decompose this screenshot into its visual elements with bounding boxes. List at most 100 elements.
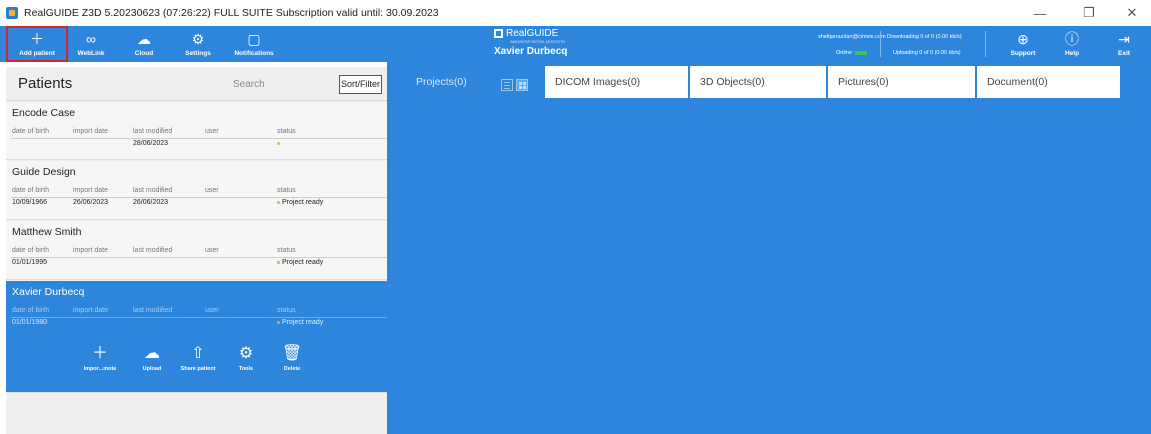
close-button[interactable]: ✕: [1113, 0, 1151, 26]
settings-label: Settings: [185, 49, 211, 57]
support-label: Support: [1010, 49, 1036, 57]
user-email: sheltjarrazdan@cimvie.com: [818, 34, 886, 40]
status-label: status: [277, 187, 296, 194]
delete-label: Delete: [283, 366, 301, 372]
plus-icon: ＋: [91, 345, 108, 362]
status-dot: [277, 200, 280, 204]
status-dot: [277, 320, 280, 324]
last-modified-label: last modified: [133, 128, 173, 135]
user-label: user: [205, 307, 219, 314]
dob-value: 01/01/1995: [12, 259, 48, 266]
gear-icon: ⚙: [191, 30, 205, 47]
online-indicator: [854, 50, 867, 55]
support-button[interactable]: ⊕ Support: [1004, 26, 1042, 62]
cloud-label: Cloud: [134, 49, 154, 57]
share-icon: ⇧: [191, 345, 205, 362]
patient-card[interactable]: Encode Case date of birth import date la…: [6, 102, 390, 160]
patient-card[interactable]: Matthew Smith date of birth import date …: [6, 221, 390, 280]
exit-icon: ⇥: [1118, 30, 1130, 47]
patient-card[interactable]: Guide Design date of birth import date l…: [6, 161, 390, 220]
trash-icon: 🗑: [281, 345, 303, 362]
tab-pictures[interactable]: Pictures(0): [828, 66, 975, 98]
brand-logo-icon: [494, 29, 503, 38]
upload-button[interactable]: ☁ Upload: [138, 345, 166, 372]
add-patient-button[interactable]: ＋ Add patient: [6, 26, 68, 62]
divider: [11, 138, 390, 139]
status-value: Project ready: [277, 259, 323, 266]
import-remote-label: Impor...mote: [83, 366, 117, 372]
uploading-status: Uploading 0 of 0 (0.00 kb/s): [893, 50, 961, 56]
notifications-button[interactable]: ▢ Notifications: [228, 26, 280, 62]
status-value: Project ready: [277, 319, 323, 326]
tab-3d-objects[interactable]: 3D Objects(0): [690, 66, 826, 98]
tab-dicom-images[interactable]: DICOM Images(0): [545, 66, 688, 98]
search-input[interactable]: Search: [221, 75, 331, 94]
toolbar-divider: [880, 31, 881, 57]
exit-button[interactable]: ⇥ Exit: [1110, 26, 1138, 62]
tab-document[interactable]: Document(0): [977, 66, 1120, 98]
divider: [11, 197, 390, 198]
minimize-button[interactable]: —: [1021, 0, 1059, 26]
online-status: Online: [836, 50, 867, 56]
main-content-area: Projects(0) DICOM Images(0) 3D Objects(0…: [387, 62, 1151, 434]
dob-label: date of birth: [12, 128, 49, 135]
patient-name: Encode Case: [12, 107, 76, 119]
cloud-icon: ☁: [144, 345, 160, 362]
settings-button[interactable]: ⚙ Settings: [178, 26, 218, 62]
weblink-label: WebLink: [77, 49, 105, 57]
user-label: user: [205, 128, 219, 135]
notification-icon: ▢: [247, 30, 261, 47]
status-dot: [277, 141, 280, 145]
cloud-button[interactable]: ☁ Cloud: [125, 26, 163, 62]
brand-tagline: INNOVATIVE DIGITAL DENTISTRY: [510, 40, 566, 44]
sort-filter-button[interactable]: Sort/Filter: [339, 75, 382, 94]
dob-value: 01/01/1980: [12, 319, 48, 326]
user-label: user: [205, 187, 219, 194]
add-patient-label: Add patient: [19, 49, 55, 57]
brand-block: RealGUIDE INNOVATIVE DIGITAL DENTISTRY X…: [494, 27, 584, 61]
dob-label: date of birth: [12, 187, 49, 194]
import-date-label: import date: [73, 187, 109, 194]
help-label: Help: [1064, 49, 1080, 57]
list-view-icon[interactable]: [501, 79, 513, 91]
plus-icon: ＋: [30, 30, 44, 47]
restore-button[interactable]: ❐: [1070, 0, 1108, 26]
help-button[interactable]: ⓘ Help: [1058, 26, 1086, 62]
dob-value: 10/09/1966: [12, 199, 48, 206]
delete-button[interactable]: 🗑 Delete: [278, 345, 306, 372]
status-label: status: [277, 307, 296, 314]
patient-name: Xavier Durbecq: [12, 286, 85, 298]
tools-button[interactable]: ⚙ Tools: [232, 345, 260, 372]
import-remote-button[interactable]: ＋ Impor...mote: [80, 345, 120, 372]
online-label: Online: [836, 50, 852, 56]
link-icon: ∞: [86, 30, 96, 47]
active-patient-name: Xavier Durbecq: [494, 46, 568, 57]
last-modified-label: last modified: [133, 247, 173, 254]
divider: [11, 257, 390, 258]
exit-label: Exit: [1118, 49, 1130, 57]
patients-panel-header: Patients Search Sort/Filter: [6, 67, 387, 101]
patient-name: Guide Design: [12, 166, 76, 178]
user-label: user: [205, 247, 219, 254]
patient-card-selected[interactable]: Xavier Durbecq date of birth import date…: [6, 281, 390, 393]
panel-title: Patients: [18, 75, 73, 92]
brand-name: RealGUIDE: [506, 28, 559, 39]
divider: [11, 317, 390, 318]
grid-view-icon[interactable]: [516, 79, 528, 91]
last-modified-label: last modified: [133, 187, 173, 194]
share-patient-button[interactable]: ⇧ Share patient: [176, 345, 220, 372]
app-logo-icon: [6, 7, 18, 19]
notifications-label: Notifications: [234, 49, 274, 57]
last-modified-value: 26/06/2023: [133, 199, 169, 206]
import-date-label: import date: [73, 247, 109, 254]
globe-icon: ⊕: [1017, 30, 1029, 47]
import-date-label: import date: [73, 128, 109, 135]
last-modified-label: last modified: [133, 307, 173, 314]
status-text: Project ready: [282, 259, 324, 266]
weblink-button[interactable]: ∞ WebLink: [72, 26, 110, 62]
status-label: status: [277, 247, 296, 254]
tab-projects[interactable]: Projects(0): [406, 66, 476, 98]
patient-name: Matthew Smith: [12, 226, 82, 238]
toolbar-divider: [985, 31, 986, 57]
dob-label: date of birth: [12, 247, 49, 254]
